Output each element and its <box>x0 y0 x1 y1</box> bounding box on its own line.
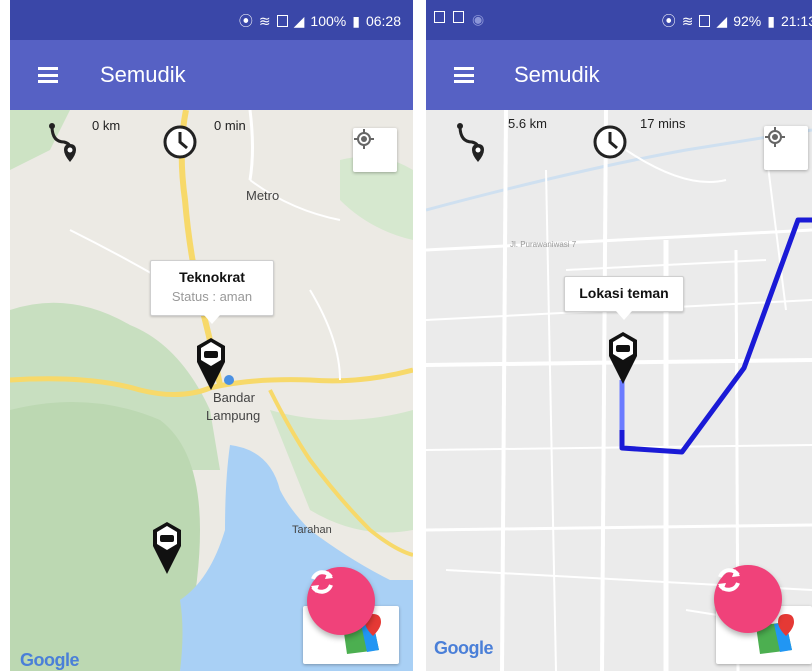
map-label-city-line1: Bandar <box>213 390 255 405</box>
app-title: Semudik <box>100 62 186 87</box>
my-location-button[interactable] <box>353 128 397 172</box>
battery-icon: ▮ <box>352 12 360 29</box>
signal-icon: ◢ <box>293 12 305 29</box>
wifi-icon: ≋ <box>258 12 271 29</box>
duration-text: 0 min <box>214 118 246 133</box>
notification-icon <box>434 11 445 23</box>
sim-icon <box>276 15 288 27</box>
map-label-tarahan: Tarahan <box>292 524 332 536</box>
phone-screen-2: ◉ ⦿ ≋ ◢ 92% ▮ 21:13 Semudik <box>426 0 812 671</box>
refresh-button[interactable] <box>714 565 782 633</box>
clock-text: 06:28 <box>365 13 401 29</box>
hamburger-icon[interactable] <box>454 67 474 83</box>
marker-info-window[interactable]: Teknokrat Status : aman <box>150 260 274 324</box>
battery-icon: ▮ <box>767 12 775 29</box>
google-logo: Google <box>20 650 80 670</box>
info-window-title: Teknokrat <box>179 269 245 285</box>
refresh-button[interactable] <box>307 567 375 635</box>
info-window-status: Status : aman <box>171 289 253 304</box>
battery-text: 92% <box>733 13 762 29</box>
location-icon: ⦿ <box>661 13 676 29</box>
gallery-icon <box>453 11 464 23</box>
distance-text: 0 km <box>92 118 121 133</box>
my-location-icon <box>354 129 374 149</box>
map-label-metro: Metro <box>246 188 280 203</box>
status-bar: ⦿ ≋ ◢ 100% ▮ 06:28 <box>10 0 413 40</box>
sim-icon <box>699 15 711 27</box>
google-logo: Google <box>434 638 494 658</box>
app-bar: Semudik <box>426 40 812 110</box>
marker-info-window[interactable]: Lokasi teman <box>564 276 684 320</box>
app-notification-icon: ◉ <box>472 11 485 27</box>
street-label: Jl. Purawaniwasi 7 <box>510 240 577 249</box>
clock-text: 21:13 <box>780 13 812 29</box>
my-location-button[interactable] <box>764 126 808 170</box>
app-bar: Semudik <box>10 40 413 110</box>
wifi-icon: ≋ <box>681 12 694 29</box>
refresh-icon <box>311 570 333 594</box>
map-view[interactable]: Jl. Purawaniwasi 7 5.6 km 17 mins Lokasi… <box>426 110 812 671</box>
phone-screen-1: ⦿ ≋ ◢ 100% ▮ 06:28 Semudik 0 km 0 min Me… <box>10 0 413 671</box>
map-view[interactable]: 0 km 0 min Metro Bandar Lampung Tarahan … <box>10 110 413 671</box>
distance-text: 5.6 km <box>508 116 548 131</box>
refresh-icon <box>718 568 740 592</box>
status-bar: ◉ ⦿ ≋ ◢ 92% ▮ 21:13 <box>426 0 812 40</box>
map-label-city-line2: Lampung <box>206 408 261 423</box>
location-icon: ⦿ <box>238 13 253 29</box>
my-location-icon <box>765 127 785 147</box>
duration-text: 17 mins <box>640 116 686 131</box>
signal-icon: ◢ <box>716 12 728 29</box>
hamburger-icon[interactable] <box>38 67 58 83</box>
info-window-title: Lokasi teman <box>579 285 669 301</box>
app-title: Semudik <box>514 62 600 87</box>
battery-text: 100% <box>310 13 347 29</box>
